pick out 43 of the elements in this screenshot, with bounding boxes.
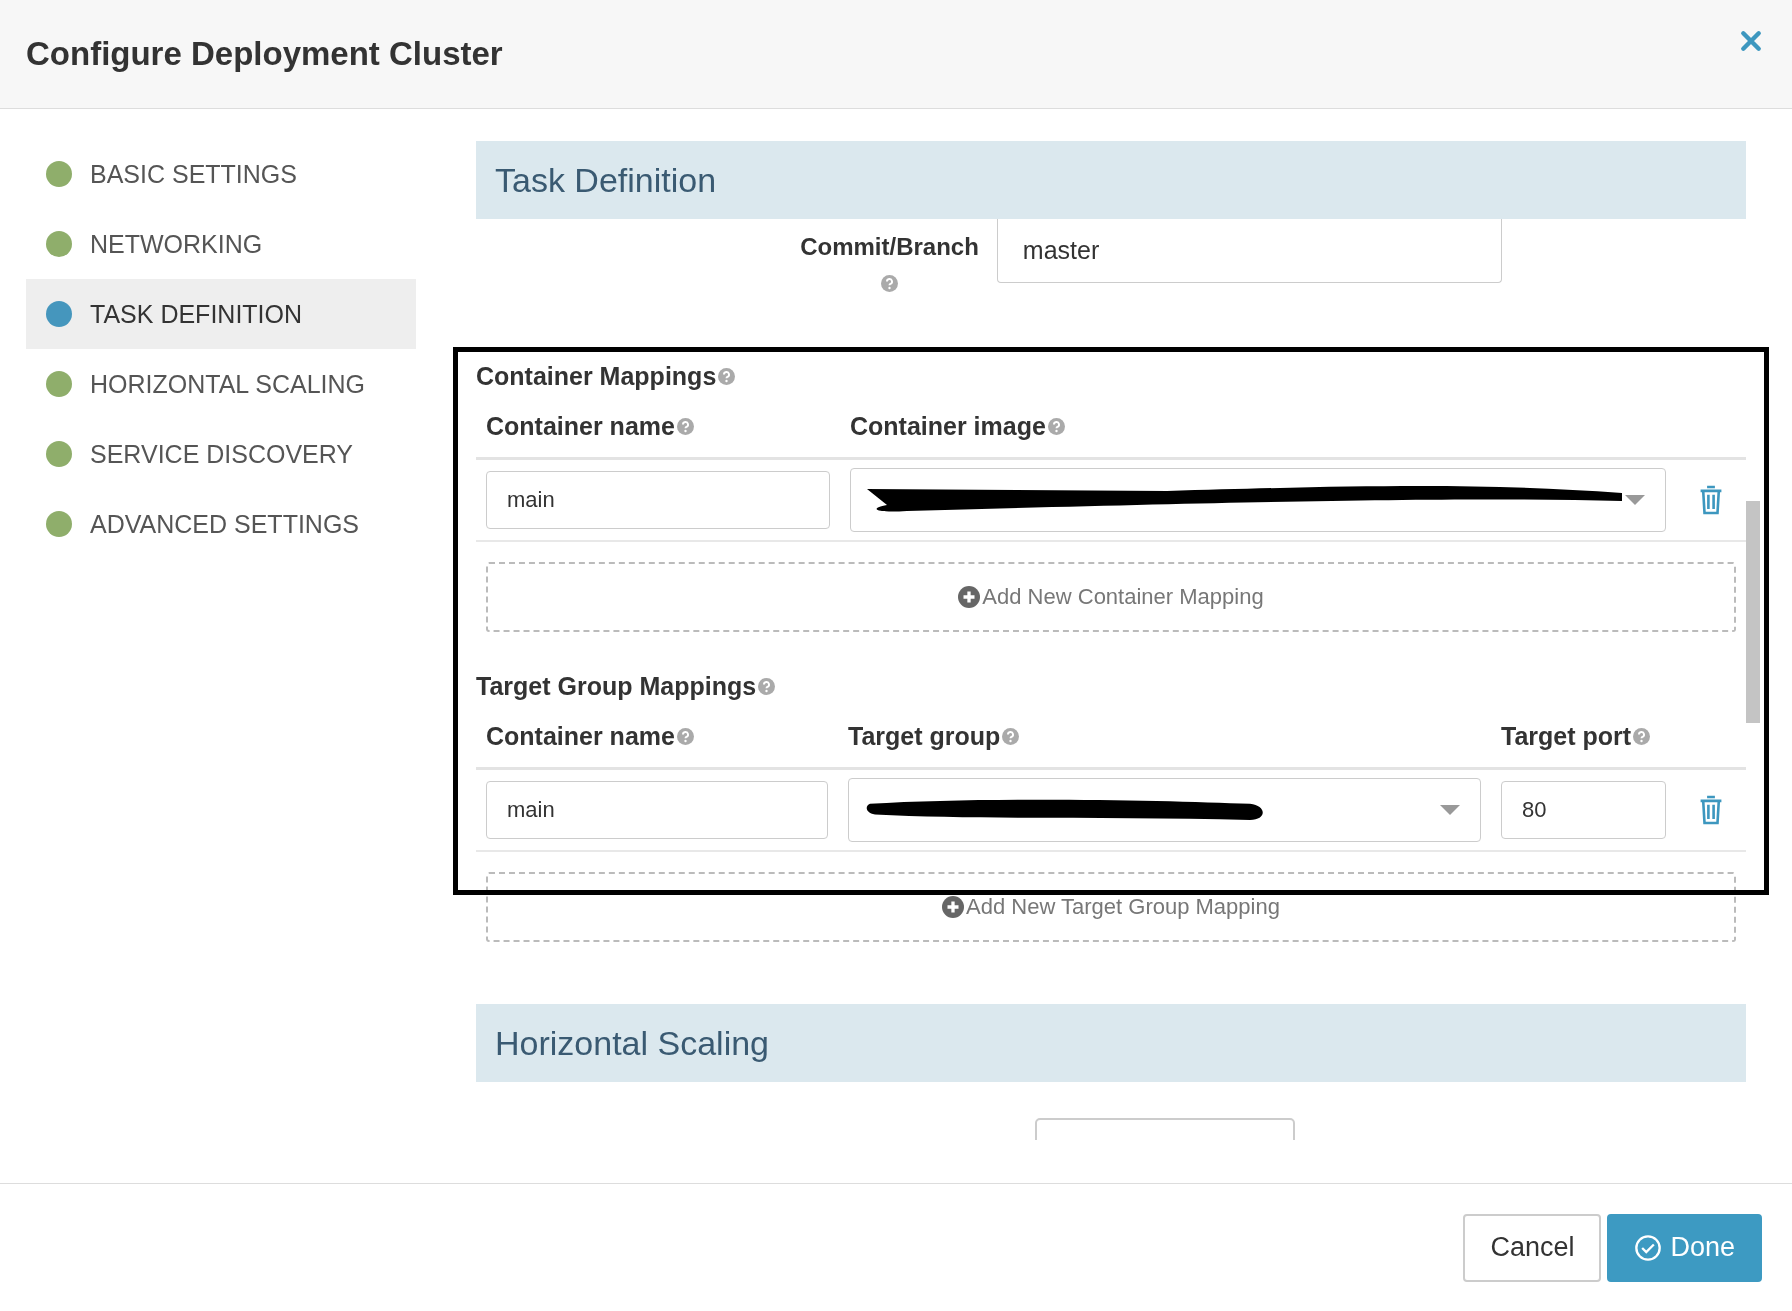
help-icon[interactable] — [718, 368, 736, 385]
target-port-field[interactable]: 80 — [1501, 781, 1666, 839]
check-circle-icon — [1634, 1233, 1663, 1262]
close-icon[interactable] — [1740, 30, 1762, 52]
target-group-select[interactable] — [848, 778, 1481, 842]
field-label: Commit/Branch — [800, 233, 979, 261]
section-title: Horizontal Scaling — [495, 1023, 770, 1063]
column-header: Container image — [850, 411, 1046, 441]
help-icon[interactable] — [676, 727, 694, 745]
caret-icon — [1440, 805, 1460, 815]
container-name-field[interactable]: main — [486, 781, 828, 839]
sidebar-item[interactable]: NETWORKING — [26, 209, 416, 279]
sidebar-item[interactable]: TASK DEFINITION — [26, 279, 416, 349]
scrollbar-thumb[interactable] — [1746, 501, 1760, 723]
add-container-mapping-button[interactable]: Add New Container Mapping — [486, 562, 1736, 632]
column-header: Target port — [1501, 721, 1632, 751]
container-name-field[interactable]: main — [486, 471, 830, 529]
group-title: Target Group Mappings — [476, 672, 757, 701]
cancel-button[interactable]: Cancel — [1463, 1213, 1602, 1282]
column-header: Container name — [486, 721, 675, 751]
help-icon[interactable] — [676, 417, 694, 435]
commit-branch-field[interactable]: master — [996, 219, 1502, 283]
sidebar-item[interactable]: BASIC SETTINGS — [26, 139, 416, 209]
container-image-select[interactable] — [850, 468, 1666, 532]
dialog-title: Configure Deployment Cluster — [26, 35, 503, 73]
plus-icon — [942, 896, 965, 918]
caret-icon — [1625, 495, 1645, 505]
help-icon[interactable] — [1002, 727, 1020, 745]
help-icon[interactable] — [758, 678, 776, 695]
sidebar-item[interactable]: HORIZONTAL SCALING — [26, 349, 416, 419]
help-icon[interactable] — [1047, 417, 1065, 435]
sidebar-item[interactable]: ADVANCED SETTINGS — [26, 489, 416, 559]
plus-icon — [958, 586, 981, 608]
sidebar-item[interactable]: SERVICE DISCOVERY — [26, 419, 416, 489]
trash-icon[interactable] — [1698, 484, 1724, 516]
column-header: Target group — [848, 721, 1001, 751]
add-target-group-mapping-button[interactable]: Add New Target Group Mapping — [486, 872, 1736, 942]
section-title: Task Definition — [495, 160, 717, 200]
help-icon[interactable] — [1633, 727, 1651, 745]
help-icon[interactable] — [881, 275, 898, 292]
group-title: Container Mappings — [476, 362, 717, 391]
column-header: Container name — [486, 411, 675, 441]
trash-icon[interactable] — [1698, 794, 1724, 826]
